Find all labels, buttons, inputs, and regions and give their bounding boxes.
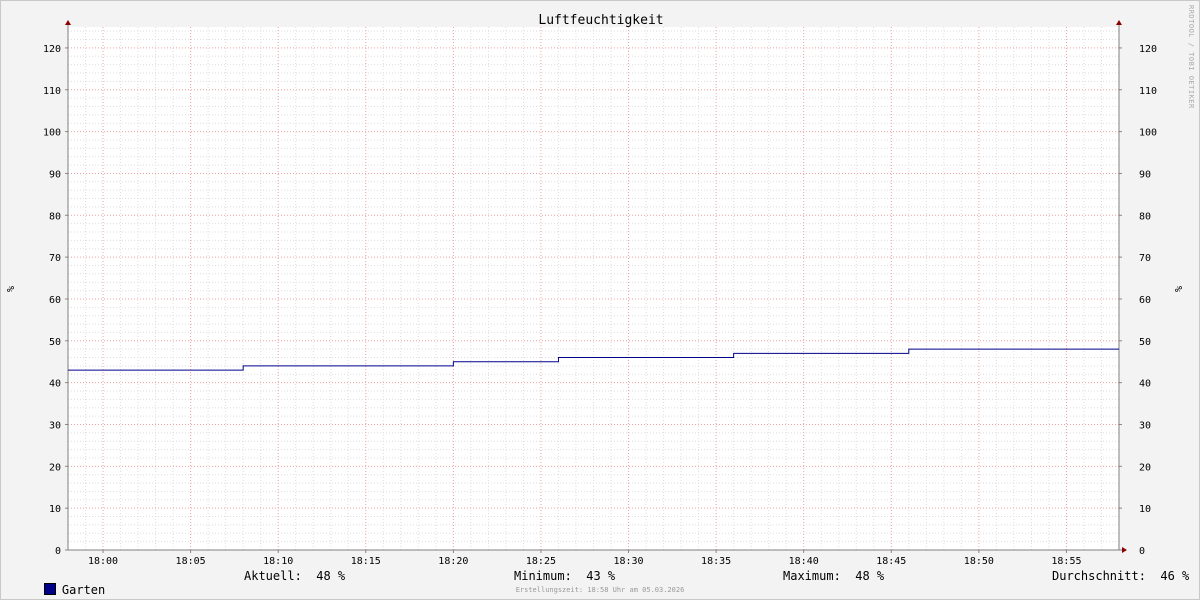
legend-aktuell: Aktuell: 48 % [244,569,346,583]
y-tick-label-right: 60 [1139,295,1151,306]
y-axis-label-right: % [1174,286,1185,292]
creation-timestamp: Erstellungszeit: 18:58 Uhr am 05.03.2026 [515,586,685,594]
y-tick-label-right: 0 [1139,546,1145,557]
y-tick-label-right: 90 [1139,169,1151,180]
y-tick-label: 10 [49,504,61,515]
y-axis-arrow [65,20,71,25]
y-tick-label-right: 20 [1139,462,1151,473]
y-tick-label: 120 [43,44,61,55]
y-tick-label: 80 [49,211,61,222]
x-tick-label: 18:05 [176,556,206,567]
y-tick-label: 50 [49,337,61,348]
y-tick-label: 90 [49,169,61,180]
y-tick-label: 60 [49,295,61,306]
x-tick-label: 18:35 [701,556,731,567]
x-axis-arrow [1122,547,1127,553]
y-tick-label: 70 [49,253,61,264]
y-tick-label-right: 70 [1139,253,1151,264]
y-tick-label: 20 [49,462,61,473]
y-tick-label: 110 [43,86,61,97]
y-tick-label-right: 40 [1139,379,1151,390]
y-tick-label-right: 120 [1139,44,1157,55]
x-tick-label: 18:25 [526,556,556,567]
y-tick-label-right: 10 [1139,504,1151,515]
rrdtool-watermark: RRDTOOL / TOBI OETIKER [1187,5,1195,109]
x-tick-label: 18:10 [263,556,293,567]
x-tick-label: 18:00 [88,556,118,567]
y-tick-label-right: 50 [1139,337,1151,348]
legend-durchschnitt: Durchschnitt: 46 % [1052,569,1190,583]
legend-minimum: Minimum: 43 % [514,569,616,583]
x-tick-label: 18:50 [964,556,994,567]
chart-canvas: 0 0 10 10 20 20 30 30 40 40 50 50 60 60 70 70 80 80 90 90 10… [6,13,1185,567]
y-axis-arrow-right [1116,20,1122,25]
y-tick-label: 0 [55,546,61,557]
x-tick-label: 18:20 [438,556,468,567]
legend-maximum: Maximum: 48 % [783,569,885,583]
y-tick-label: 100 [43,128,61,139]
y-tick-label: 40 [49,379,61,390]
y-tick-label-right: 110 [1139,86,1157,97]
x-tick-label: 18:30 [613,556,643,567]
y-tick-label-right: 30 [1139,420,1151,431]
x-tick-label: 18:15 [351,556,381,567]
y-tick-label-right: 100 [1139,128,1157,139]
y-tick-label: 30 [49,420,61,431]
chart-frame: 0 0 10 10 20 20 30 30 40 40 50 50 60 60 70 70 80 80 90 90 10… [0,0,1200,600]
x-tick-label: 18:55 [1051,556,1081,567]
minor-grid [68,27,1119,550]
chart-title: Luftfeuchtigkeit [538,13,663,28]
y-axis-label-left: % [6,286,17,292]
x-tick-label: 18:45 [876,556,906,567]
y-tick-label-right: 80 [1139,211,1151,222]
x-tick-label: 18:40 [789,556,819,567]
